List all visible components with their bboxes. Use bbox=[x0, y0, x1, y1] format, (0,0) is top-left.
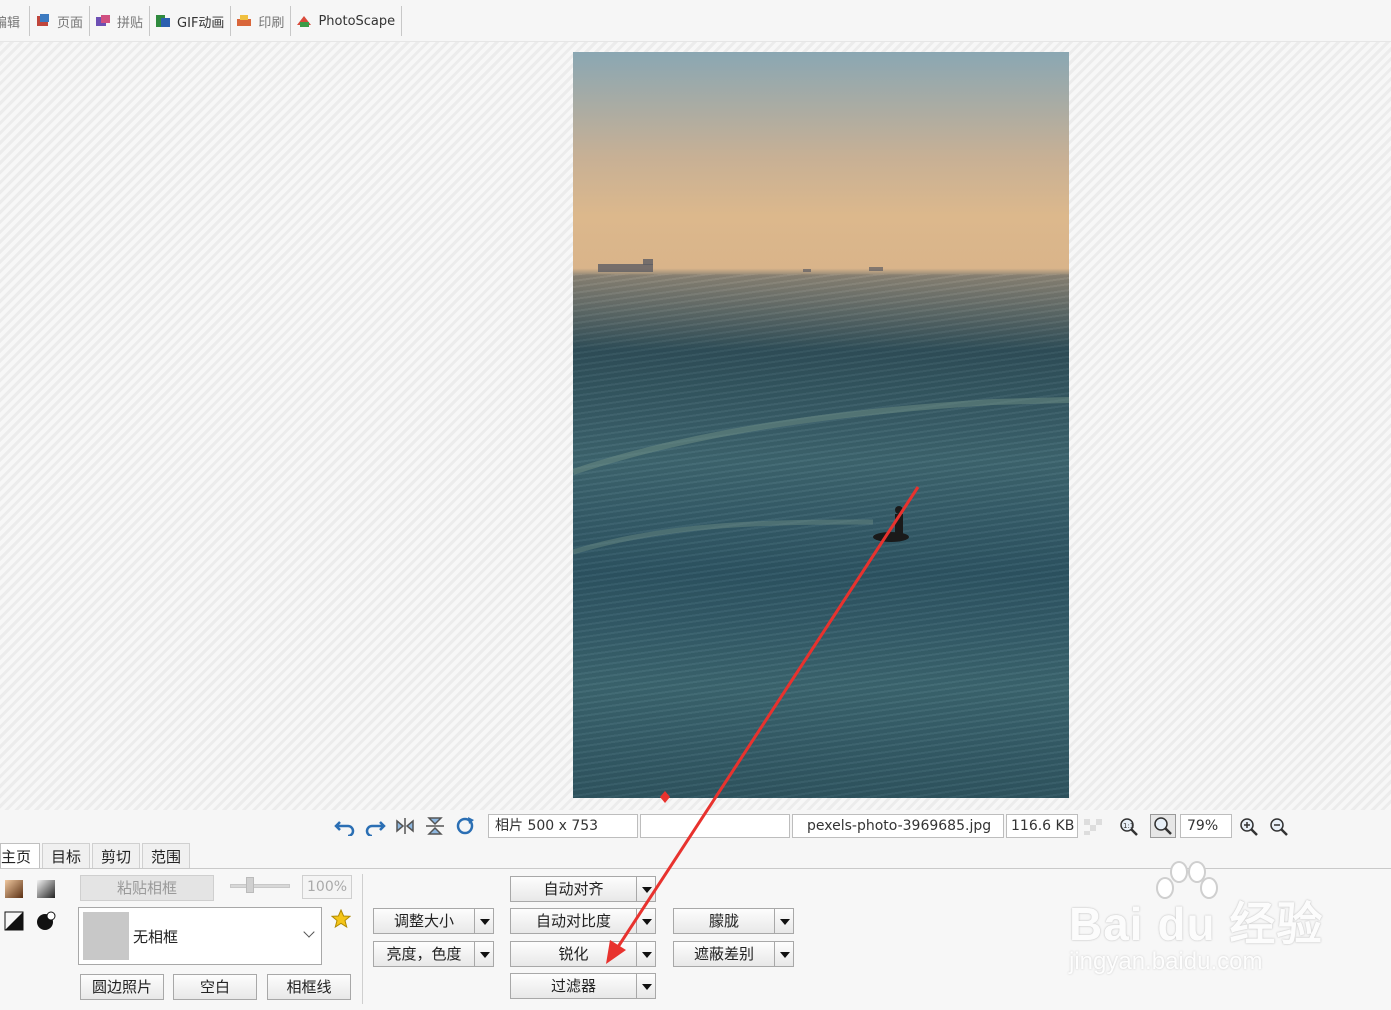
annotation-overlay bbox=[606, 486, 920, 964]
annotation-arrow-head bbox=[606, 940, 626, 964]
annotation-arrow-line bbox=[614, 486, 920, 951]
annotation-marker bbox=[660, 791, 670, 803]
